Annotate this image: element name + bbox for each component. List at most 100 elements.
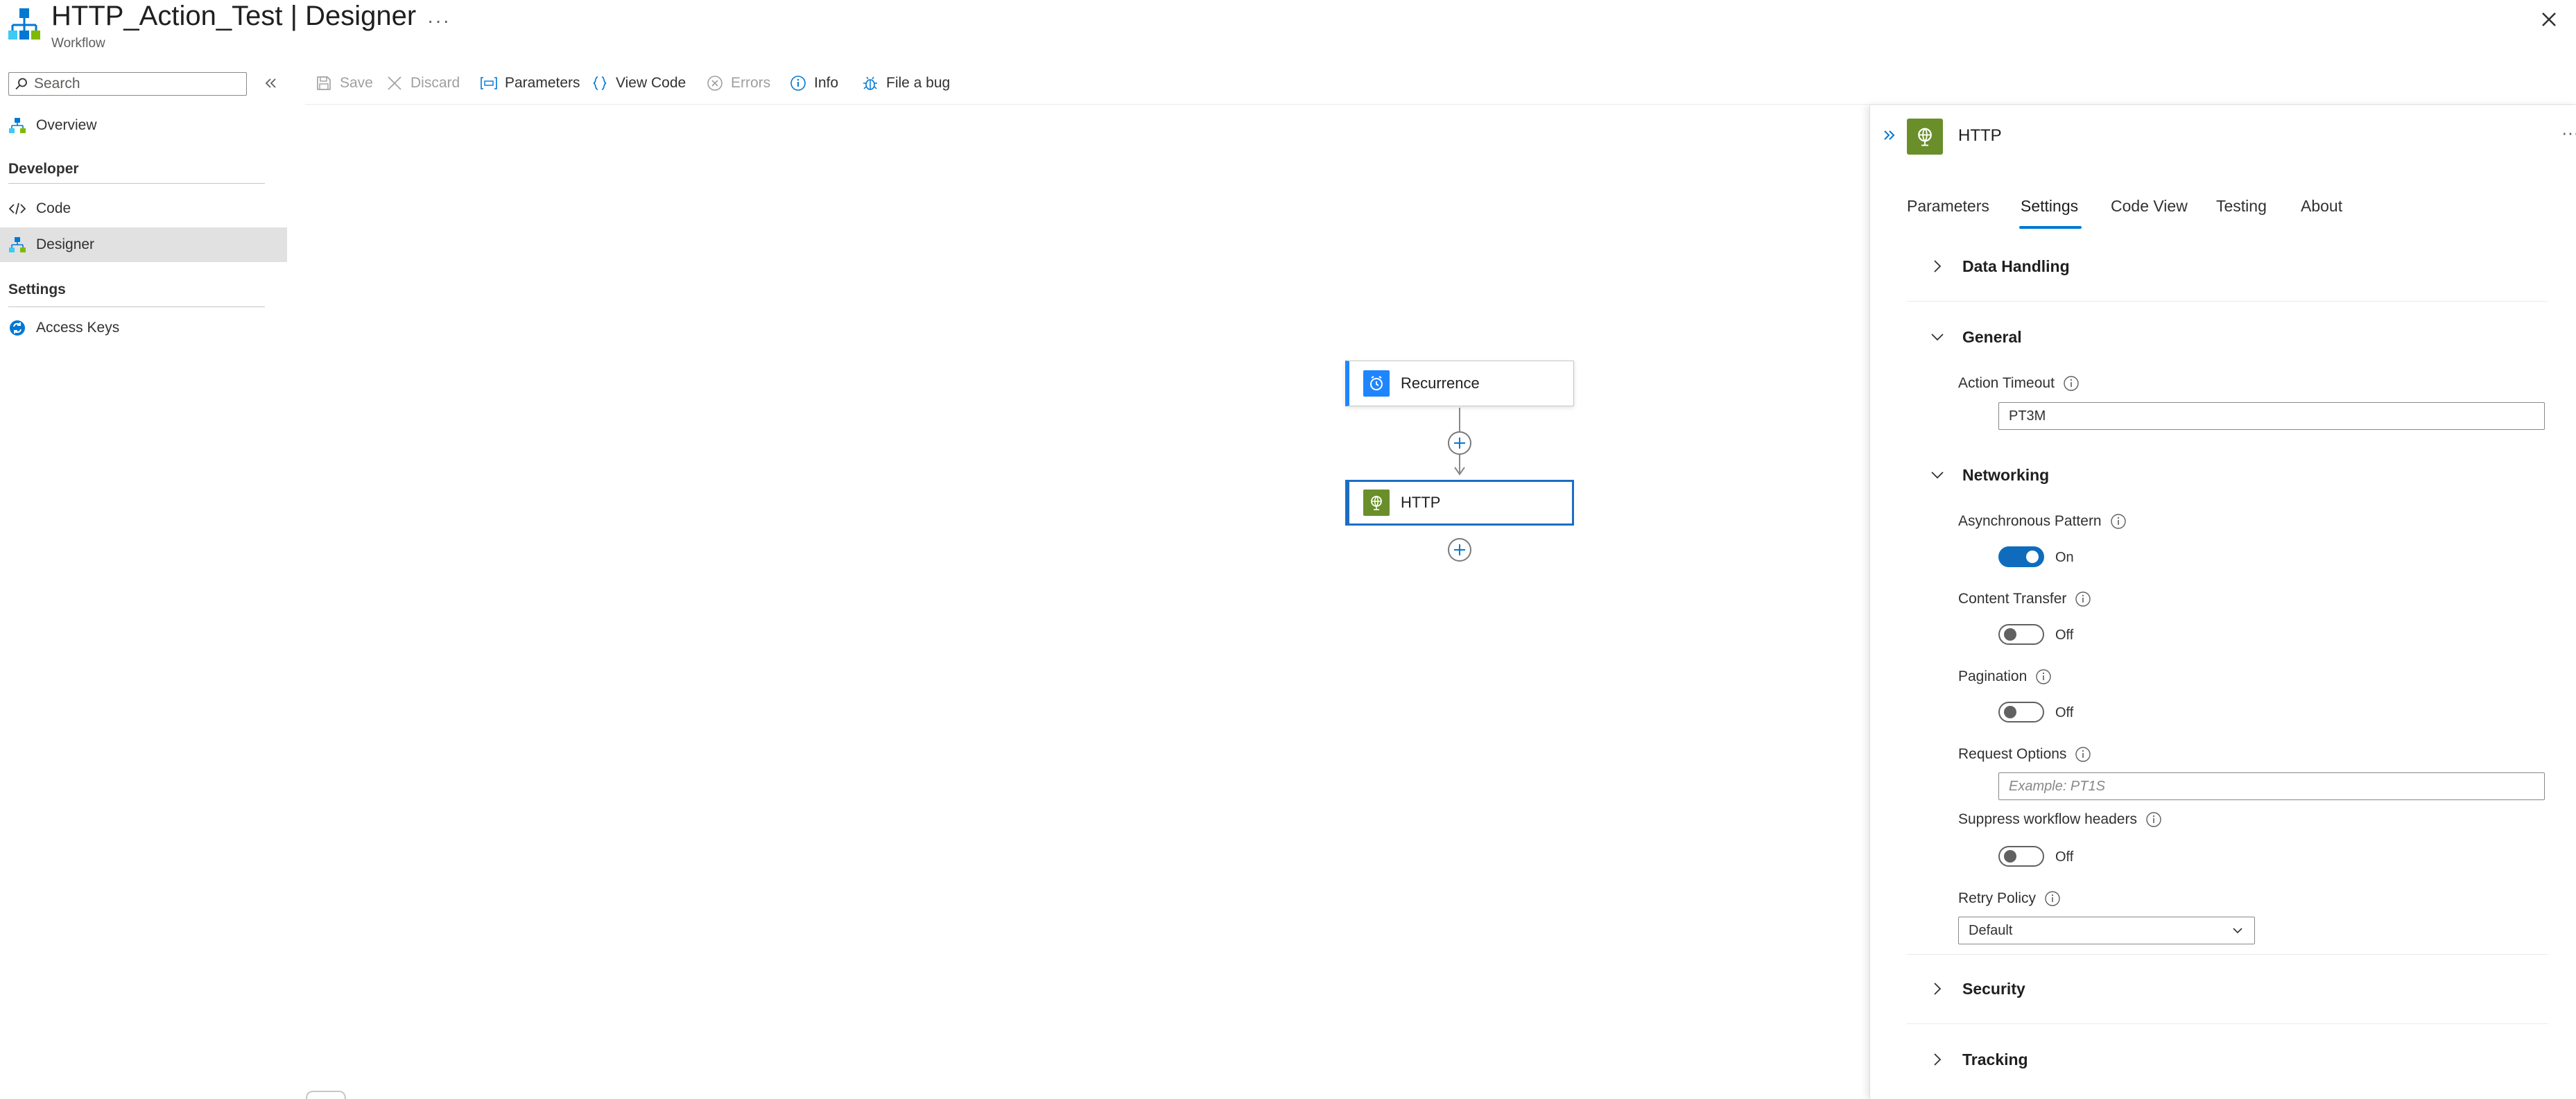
action-timeout-label: Action Timeout [1958, 375, 2080, 392]
section-networking[interactable]: Networking [1928, 461, 2049, 489]
title-separator: | [290, 1, 297, 31]
http-node[interactable]: HTTP [1345, 480, 1574, 526]
field-label: Suppress workflow headers [1958, 811, 2137, 827]
dropdown-value: Default [1969, 922, 2013, 938]
parameters-button[interactable]: Parameters [480, 69, 580, 97]
toggle-state: Off [2055, 628, 2074, 643]
section-divider [1907, 1023, 2548, 1024]
canvas-controls-handle[interactable] [305, 1089, 347, 1099]
info-button[interactable]: Info [789, 69, 838, 97]
parameters-icon [480, 74, 498, 92]
section-divider [1907, 301, 2548, 302]
info-icon[interactable] [2110, 513, 2127, 530]
pagination-label: Pagination [1958, 668, 2052, 685]
info-icon[interactable] [2075, 746, 2091, 763]
errors-button[interactable]: Errors [706, 69, 770, 97]
add-step-button[interactable] [1448, 538, 1471, 562]
sidebar-item-designer[interactable]: Designer [0, 227, 287, 262]
section-general[interactable]: General [1928, 323, 2022, 351]
code-icon [8, 200, 26, 218]
retry-policy-label: Retry Policy [1958, 890, 2061, 907]
expand-panel-icon[interactable] [1881, 126, 1899, 144]
close-icon[interactable] [2536, 7, 2561, 32]
add-step-button[interactable] [1448, 431, 1471, 455]
suppress-headers-toggle[interactable] [1998, 846, 2044, 867]
bug-icon [861, 74, 879, 92]
panel-title: HTTP [1958, 126, 2002, 145]
discard-label: Discard [410, 75, 460, 91]
view-code-button[interactable]: View Code [591, 69, 686, 97]
section-title: Networking [1962, 465, 2050, 484]
sidebar-item-label: Code [36, 200, 71, 216]
save-icon [315, 74, 333, 92]
nav-divider [8, 183, 265, 184]
async-pattern-label: Asynchronous Pattern [1958, 513, 2127, 530]
field-label: Action Timeout [1958, 375, 2055, 391]
request-options-label: Request Options [1958, 746, 2091, 763]
section-title: Security [1962, 979, 2025, 998]
globe-icon [1363, 490, 1390, 516]
section-title: Tracking [1962, 1050, 2028, 1068]
view-name: Designer [305, 1, 417, 31]
info-icon[interactable] [2044, 890, 2061, 907]
sidebar-item-label: Access Keys [36, 320, 120, 336]
async-pattern-toggle[interactable] [1998, 546, 2044, 567]
content-transfer-toggle[interactable] [1998, 624, 2044, 645]
workflow-icon [7, 7, 42, 46]
search-icon [15, 77, 28, 91]
request-options-input[interactable] [1998, 772, 2545, 800]
tab-parameters[interactable]: Parameters [1907, 197, 1989, 216]
nav-section-settings: Settings [8, 282, 66, 297]
toggle-knob [2004, 628, 2016, 641]
nav-section-developer: Developer [8, 161, 79, 177]
retry-policy-dropdown[interactable]: Default [1958, 917, 2255, 944]
recurrence-node[interactable]: Recurrence [1345, 361, 1574, 406]
braces-icon [591, 74, 609, 92]
section-title: Data Handling [1962, 257, 2070, 275]
parameters-label: Parameters [505, 75, 580, 91]
search-box[interactable] [8, 72, 247, 96]
panel-more-button[interactable]: ··· [2561, 122, 2576, 144]
clock-icon [1363, 370, 1390, 397]
tab-testing[interactable]: Testing [2216, 197, 2267, 216]
action-timeout-input[interactable] [1998, 402, 2545, 430]
info-icon[interactable] [2145, 811, 2162, 828]
discard-button[interactable]: Discard [386, 69, 460, 97]
chevron-right-icon [1934, 260, 1942, 272]
tab-settings[interactable]: Settings [2021, 197, 2078, 216]
tab-code-view[interactable]: Code View [2111, 197, 2188, 216]
section-security[interactable]: Security [1928, 975, 2025, 1003]
toggle-state: Off [2055, 705, 2074, 720]
info-icon[interactable] [2075, 591, 2091, 607]
section-tracking[interactable]: Tracking [1928, 1046, 2028, 1073]
save-button[interactable]: Save [315, 69, 373, 97]
more-options-button[interactable]: ··· [427, 10, 451, 32]
workflow-icon [8, 116, 26, 135]
toggle-knob [2004, 850, 2016, 863]
section-data-handling[interactable]: Data Handling [1928, 252, 2070, 280]
sidebar-item-overview[interactable]: Overview [0, 108, 287, 143]
collapse-nav-icon[interactable] [261, 73, 280, 93]
node-label: HTTP [1401, 494, 1441, 511]
sidebar-item-code[interactable]: Code [0, 191, 287, 226]
tab-about[interactable]: About [2301, 197, 2342, 216]
info-icon[interactable] [2035, 668, 2052, 685]
field-label: Retry Policy [1958, 890, 2037, 906]
info-label: Info [814, 75, 839, 91]
pagination-toggle[interactable] [1998, 702, 2044, 722]
sidebar-item-label: Designer [36, 236, 95, 252]
sidebar-item-label: Overview [36, 117, 97, 133]
toggle-state: On [2055, 550, 2074, 565]
info-icon [789, 74, 807, 92]
workflow-icon [8, 236, 26, 254]
file-bug-button[interactable]: File a bug [861, 69, 950, 97]
keys-icon [8, 319, 26, 337]
search-input[interactable] [34, 75, 239, 93]
info-icon[interactable] [2063, 375, 2080, 392]
page-title: HTTP_Action_Test | Designer [51, 0, 416, 33]
workflow-name: HTTP_Action_Test [51, 1, 283, 31]
sidebar-item-access-keys[interactable]: Access Keys [0, 311, 287, 345]
globe-icon [1907, 119, 1943, 155]
toggle-knob [2026, 551, 2039, 563]
toolbar-divider [305, 104, 2576, 105]
